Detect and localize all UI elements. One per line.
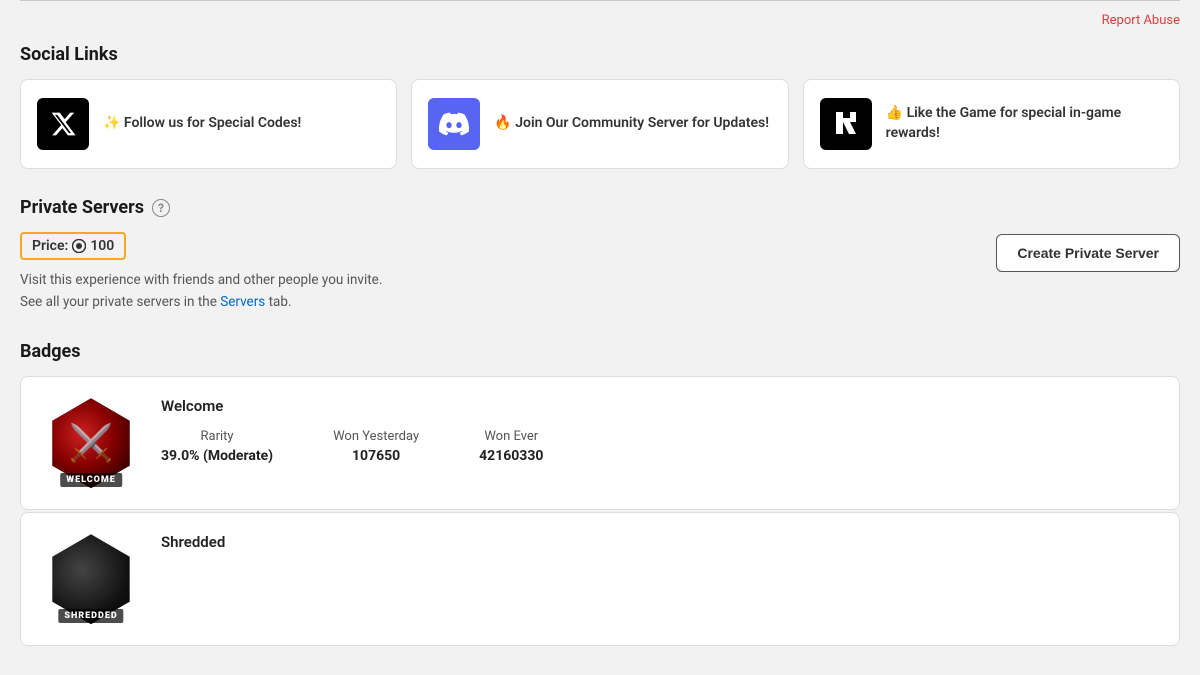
report-abuse-row: Report Abuse xyxy=(20,9,1180,44)
twitter-card-text: ✨ Follow us for Special Codes! xyxy=(103,114,301,134)
won-yesterday-value: 107650 xyxy=(333,448,419,464)
rarity-value: 39.0% (Moderate) xyxy=(161,448,273,464)
private-servers-section: Private Servers ? Price: 100 V xyxy=(20,197,1180,313)
badge-info-shredded: Shredded xyxy=(161,529,1159,565)
roblox-card-text: 👍 Like the Game for special in-game rewa… xyxy=(886,104,1163,143)
price-badge: Price: 100 xyxy=(20,232,126,260)
private-server-left: Price: 100 Visit this experience with fr… xyxy=(20,232,382,313)
social-links-title: Social Links xyxy=(20,44,1180,65)
badge-card-welcome: ⚔️ WELCOME Welcome Rarity 39.0% (Moderat… xyxy=(20,376,1180,510)
badge-stat-won-ever: Won Ever 42160330 xyxy=(479,429,543,464)
badge-stat-rarity: Rarity 39.0% (Moderate) xyxy=(161,429,273,464)
social-card-discord[interactable]: 🔥 Join Our Community Server for Updates! xyxy=(411,79,788,169)
help-icon[interactable]: ? xyxy=(152,199,170,217)
discord-card-text: 🔥 Join Our Community Server for Updates! xyxy=(494,114,769,134)
private-server-row: Price: 100 Visit this experience with fr… xyxy=(20,232,1180,313)
badge-label-shredded: SHREDDED xyxy=(58,609,123,623)
badge-info-welcome: Welcome Rarity 39.0% (Moderate) Won Yest… xyxy=(161,393,1159,464)
badge-name-welcome: Welcome xyxy=(161,397,1159,415)
description-line2: See all your private servers in the Serv… xyxy=(20,292,382,314)
roblox-icon xyxy=(820,98,872,150)
badges-section: Badges ⚔️ WELCOME Welcome xyxy=(20,341,1180,646)
create-private-server-button[interactable]: Create Private Server xyxy=(996,234,1180,272)
discord-icon xyxy=(428,98,480,150)
badge-name-shredded: Shredded xyxy=(161,533,1159,551)
badge-label-welcome: WELCOME xyxy=(60,473,122,487)
badge-image-welcome: ⚔️ WELCOME xyxy=(41,393,141,493)
page-container: Report Abuse Social Links ✨ Follow us fo… xyxy=(0,0,1200,646)
won-ever-label: Won Ever xyxy=(479,429,543,444)
social-links-section: Social Links ✨ Follow us for Special Cod… xyxy=(20,44,1180,169)
won-ever-value: 42160330 xyxy=(479,448,543,464)
badge-stats-welcome: Rarity 39.0% (Moderate) Won Yesterday 10… xyxy=(161,429,1159,464)
description-line1: Visit this experience with friends and o… xyxy=(20,270,382,292)
discord-label: Join Our Community Server for Updates! xyxy=(515,115,769,131)
desc-line2-start: See all your private servers in the xyxy=(20,294,217,310)
roblox-label: Like the Game for special in-game reward… xyxy=(886,105,1122,141)
badge-stat-won-yesterday: Won Yesterday 107650 xyxy=(333,429,419,464)
private-server-description: Visit this experience with friends and o… xyxy=(20,270,382,313)
roblox-emoji: 👍 xyxy=(886,105,907,121)
desc-line2-end: tab. xyxy=(269,294,292,310)
won-yesterday-label: Won Yesterday xyxy=(333,429,419,444)
social-links-grid: ✨ Follow us for Special Codes! 🔥 Join Ou… xyxy=(20,79,1180,169)
social-card-twitter[interactable]: ✨ Follow us for Special Codes! xyxy=(20,79,397,169)
price-label: Price: xyxy=(32,238,68,254)
discord-emoji: 🔥 xyxy=(494,115,515,131)
private-servers-title-row: Private Servers ? xyxy=(20,197,1180,218)
price-amount: 100 xyxy=(90,238,114,254)
servers-tab-link[interactable]: Servers xyxy=(220,294,265,310)
twitter-icon xyxy=(37,98,89,150)
badge-image-shredded: SHREDDED xyxy=(41,529,141,629)
report-abuse-link[interactable]: Report Abuse xyxy=(1102,13,1180,28)
twitter-label: Follow us for Special Codes! xyxy=(124,115,301,131)
top-divider xyxy=(20,0,1180,1)
rarity-label: Rarity xyxy=(161,429,273,444)
private-servers-title: Private Servers xyxy=(20,197,144,218)
badges-title: Badges xyxy=(20,341,1180,362)
badge-card-shredded: SHREDDED Shredded xyxy=(20,512,1180,646)
twitter-emoji: ✨ xyxy=(103,115,124,131)
social-card-roblox[interactable]: 👍 Like the Game for special in-game rewa… xyxy=(803,79,1180,169)
robux-icon xyxy=(72,239,86,253)
